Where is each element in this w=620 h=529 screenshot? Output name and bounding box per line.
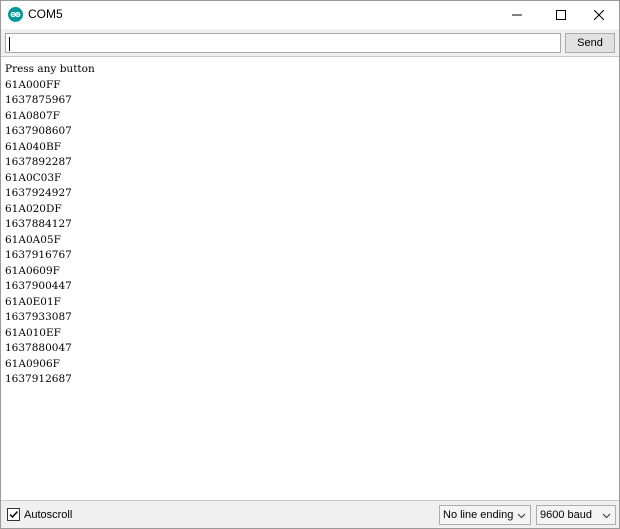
chevron-down-icon (517, 513, 526, 519)
line-ending-value: No line ending (443, 509, 514, 521)
serial-output[interactable]: Press any button 61A000FF 1637875967 61A… (1, 58, 619, 500)
output-line: 1637880047 (5, 342, 72, 354)
send-row: Send (1, 29, 619, 57)
output-line: 61A0609F (5, 264, 60, 277)
output-line: Press any button (5, 63, 95, 75)
output-line: 1637892287 (5, 156, 72, 168)
window-title: COM5 (28, 7, 63, 21)
line-ending-select[interactable]: No line ending (439, 505, 531, 525)
serial-input[interactable] (5, 33, 561, 53)
output-line: 1637912687 (5, 373, 72, 385)
output-line: 61A0A05F (5, 233, 61, 246)
serial-monitor-window: COM5 Send Press any button 61A000FF 1637… (0, 0, 620, 529)
output-line: 61A040BF (5, 140, 61, 153)
output-line: 61A0E01F (5, 295, 61, 308)
minimize-button[interactable] (495, 1, 539, 29)
autoscroll-toggle[interactable]: Autoscroll (7, 508, 72, 521)
autoscroll-label: Autoscroll (24, 508, 73, 521)
title-bar[interactable]: COM5 (1, 1, 619, 29)
output-line: 61A000FF (5, 78, 61, 91)
send-button[interactable]: Send (565, 33, 615, 53)
chevron-down-icon (602, 513, 611, 519)
maximize-icon (556, 10, 566, 20)
autoscroll-checkbox[interactable] (7, 508, 20, 521)
output-line: 1637900447 (5, 280, 72, 292)
output-line: 1637908607 (5, 125, 72, 137)
output-line: 1637884127 (5, 218, 72, 230)
output-line: 1637933087 (5, 311, 72, 323)
arduino-icon (8, 7, 23, 22)
output-line: 61A010EF (5, 326, 61, 339)
output-line: 1637924927 (5, 187, 72, 199)
checkmark-icon (9, 511, 19, 519)
minimize-icon (512, 14, 522, 16)
text-caret (9, 37, 10, 51)
output-line: 1637875967 (5, 94, 72, 106)
output-line: 61A0C03F (5, 171, 62, 184)
baud-rate-value: 9600 baud (540, 509, 592, 521)
close-icon (594, 10, 604, 20)
close-button[interactable] (577, 1, 620, 29)
baud-rate-select[interactable]: 9600 baud (536, 505, 616, 525)
output-line: 1637916767 (5, 249, 72, 261)
output-line: 61A0906F (5, 357, 60, 370)
output-line: 61A0807F (5, 109, 60, 122)
footer-bar: Autoscroll No line ending 9600 baud (1, 500, 619, 528)
output-line: 61A020DF (5, 202, 62, 215)
